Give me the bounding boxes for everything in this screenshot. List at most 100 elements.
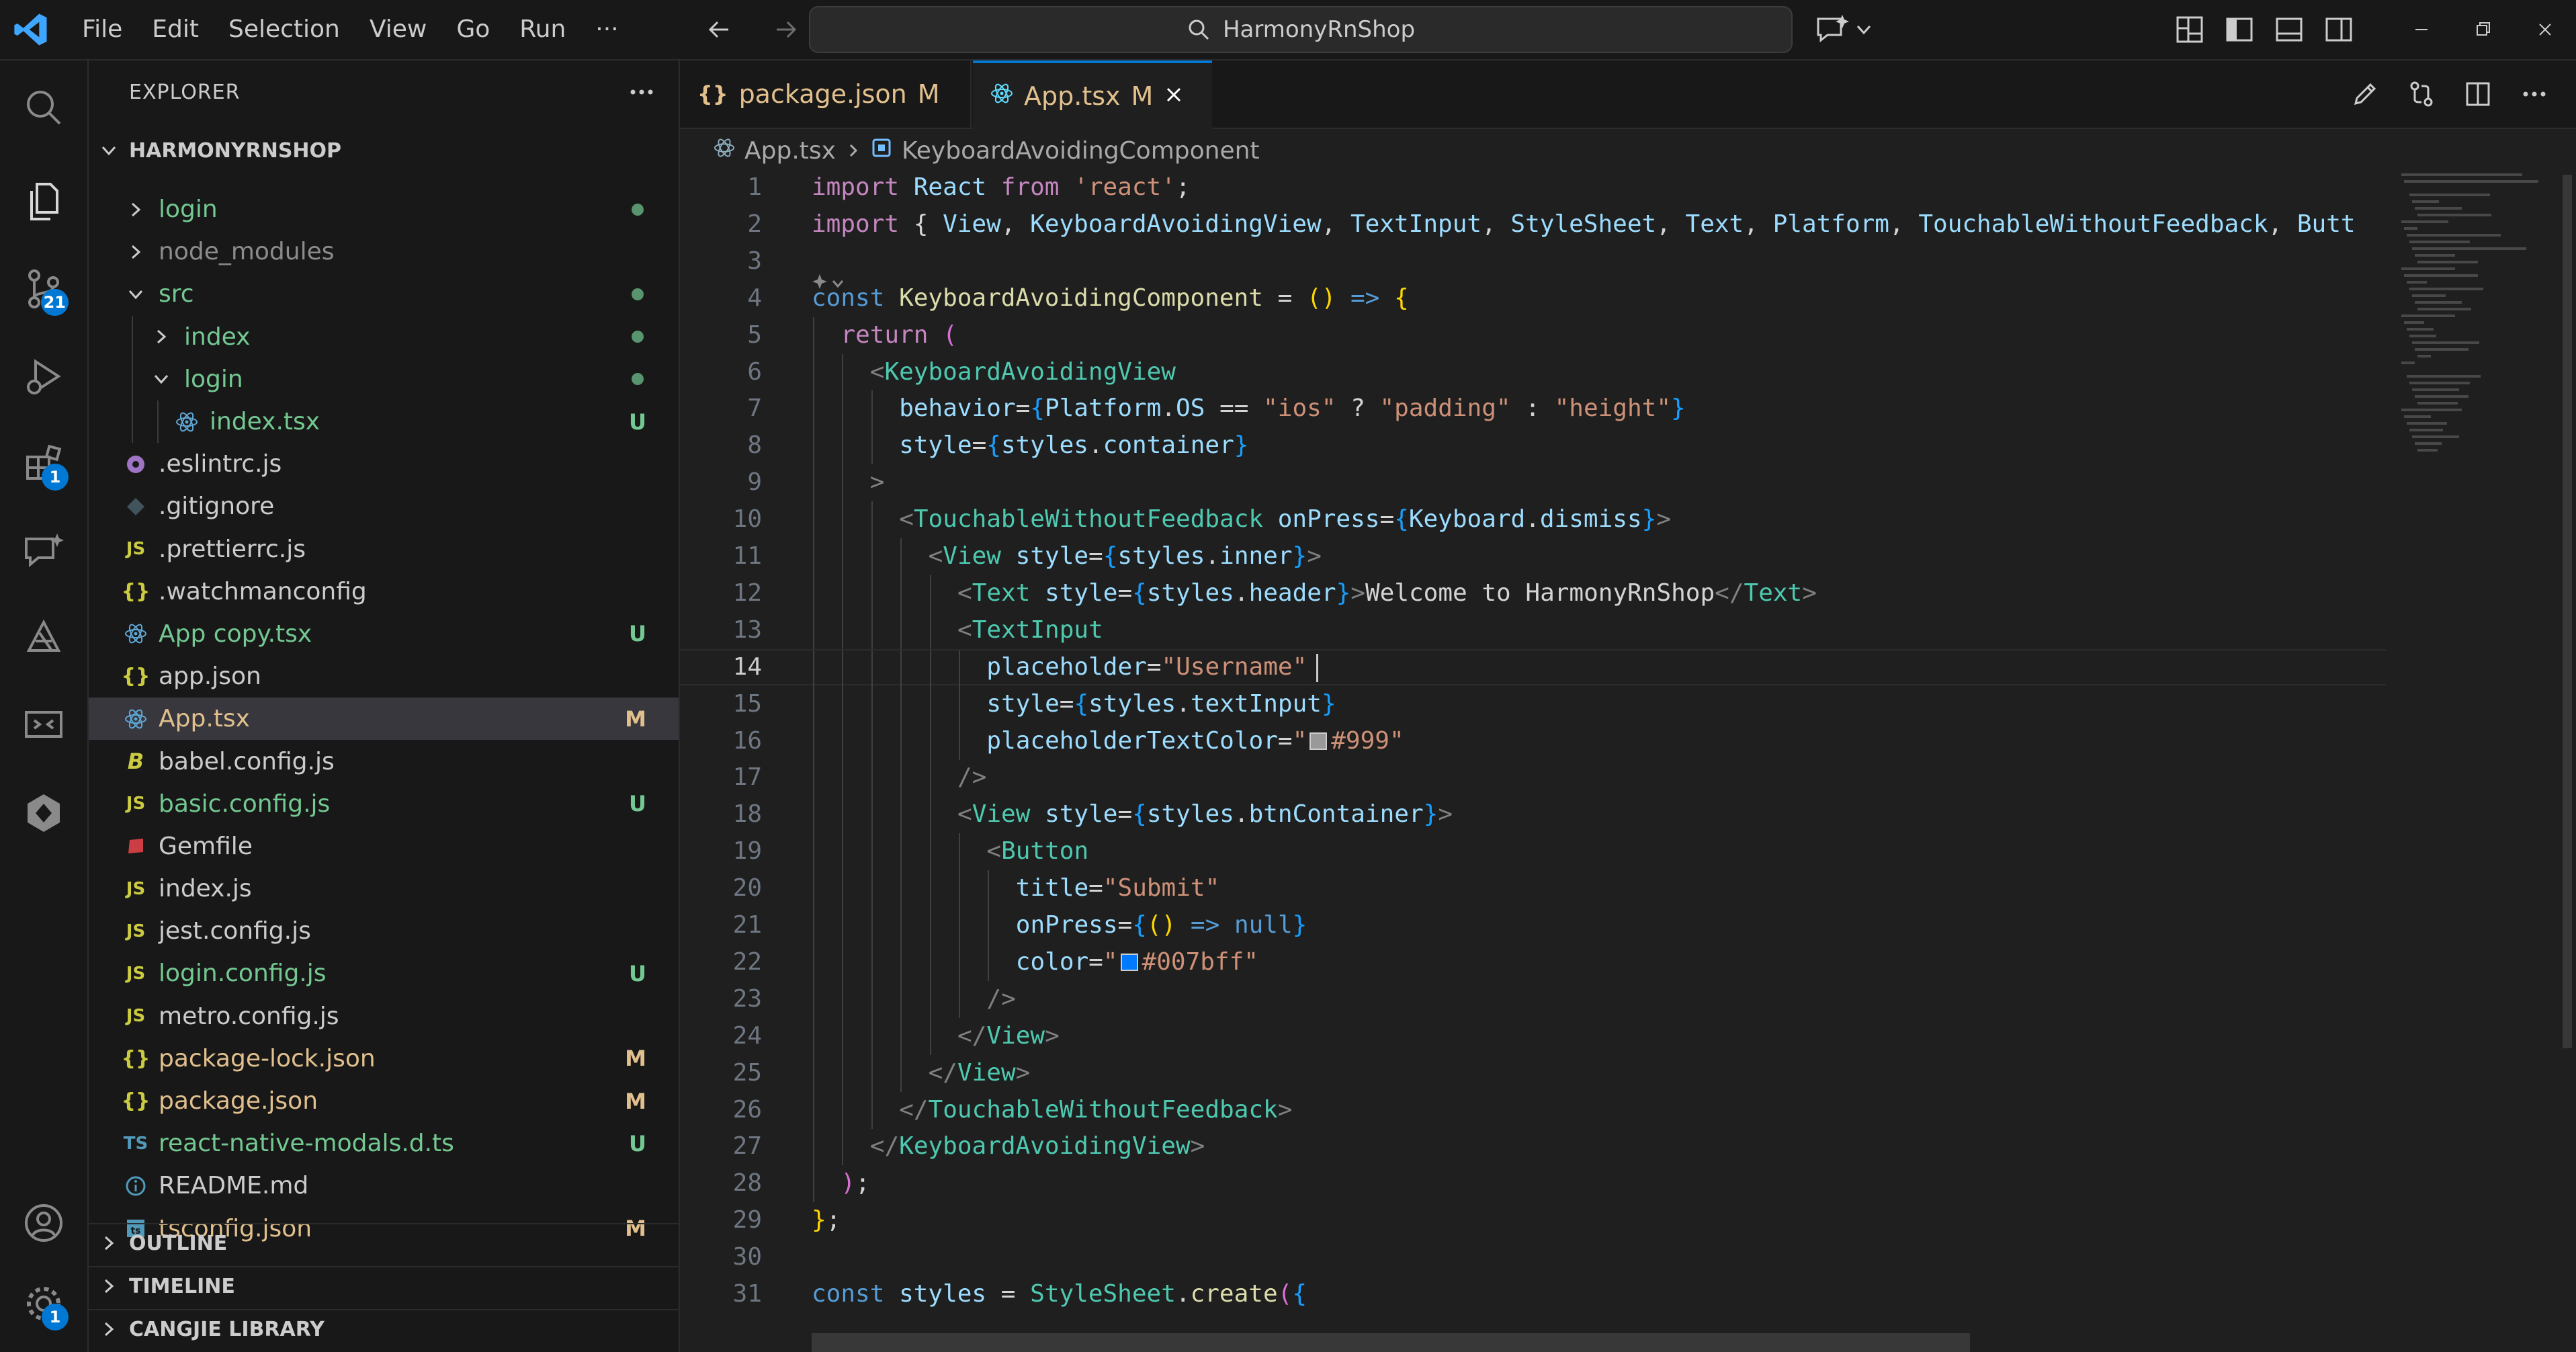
copilot-chat-button[interactable] [1814, 11, 1879, 48]
menu-view[interactable]: View [355, 0, 441, 59]
code-line[interactable]: 26 </TouchableWithoutFeedback> [680, 1091, 2387, 1129]
code-line[interactable]: 2 import { View, KeyboardAvoidingView, Te… [680, 206, 2387, 243]
code-line[interactable]: 6 <KeyboardAvoidingView [680, 353, 2387, 391]
edit-pencil-icon[interactable] [2344, 73, 2387, 116]
file-tree-item[interactable]: JS jest.config.js [89, 910, 679, 952]
code-line[interactable]: 22 color=" #007bff" [680, 943, 2387, 981]
menu-file[interactable]: File [67, 0, 137, 59]
file-tree-item[interactable]: App copy.tsx U [89, 613, 679, 655]
toggle-primary-sidebar-icon[interactable] [2215, 0, 2264, 59]
file-tree-item[interactable]: App.tsx M [89, 698, 679, 741]
file-tree-item[interactable]: node_modules [89, 230, 679, 273]
outline-section[interactable]: OUTLINE [89, 1223, 679, 1262]
code-line[interactable]: 3 [680, 243, 2387, 289]
tab-app-tsx[interactable]: App.tsx M [973, 60, 1212, 129]
code-line[interactable]: 31 const styles = StyleSheet.create({ [680, 1276, 2387, 1312]
activity-source-control[interactable]: 21 [0, 249, 87, 329]
vertical-scrollbar[interactable] [2563, 175, 2572, 1048]
customize-layout-icon[interactable] [2165, 0, 2215, 59]
code-line[interactable]: 9 > [680, 464, 2387, 502]
minimap[interactable] [2395, 168, 2556, 1352]
code-line[interactable]: 7 behavior={Platform.OS == "ios" ? "paddi… [680, 390, 2387, 428]
file-tree-item[interactable]: index [89, 315, 679, 358]
color-swatch[interactable] [1120, 953, 1138, 971]
file-tree-item[interactable]: login [89, 357, 679, 400]
toggle-secondary-sidebar-icon[interactable] [2314, 0, 2364, 59]
menu-go[interactable]: Go [441, 0, 505, 59]
activity-manage[interactable]: 1 [0, 1263, 87, 1344]
file-tree-item[interactable]: {} package.json M [89, 1080, 679, 1122]
activity-extensions[interactable]: 1 [0, 423, 87, 504]
file-tree-item[interactable]: {} app.json [89, 655, 679, 698]
file-tree-item[interactable]: login [89, 188, 679, 230]
file-tree-item[interactable]: README.md [89, 1165, 679, 1207]
code-line[interactable]: 16 placeholderTextColor=" #999" [680, 722, 2387, 760]
file-tree-item[interactable]: JS metro.config.js [89, 995, 679, 1038]
file-tree-item[interactable]: .gitignore [89, 485, 679, 527]
split-editor-icon[interactable] [2456, 73, 2499, 116]
activity-deveco[interactable] [0, 773, 87, 853]
menu-edit[interactable]: Edit [137, 0, 214, 59]
code-line[interactable]: 1 import React from 'react'; [680, 169, 2387, 206]
code-line[interactable]: 4 const KeyboardAvoidingComponent = () =>… [680, 280, 2387, 316]
file-tree-item[interactable]: index.tsx U [89, 400, 679, 443]
file-tree-item[interactable]: {} package-lock.json M [89, 1038, 679, 1080]
breadcrumb-file[interactable]: App.tsx [744, 137, 836, 165]
code-line[interactable]: 28); [680, 1165, 2387, 1203]
file-tree-item[interactable]: Bbabel.config.js [89, 740, 679, 782]
file-tree-item[interactable]: {} .watchmanconfig [89, 571, 679, 613]
close-tab-icon[interactable] [1164, 81, 1184, 111]
more-actions-icon[interactable] [2513, 73, 2556, 116]
more-actions-icon[interactable] [625, 75, 658, 109]
horizontal-scrollbar[interactable] [812, 1333, 1970, 1352]
code-line[interactable]: 10 <TouchableWithoutFeedback onPress={Key… [680, 501, 2387, 539]
code-line[interactable]: 18 <View style={styles.btnContainer}> [680, 796, 2387, 834]
code-line[interactable]: 11 <View style={styles.inner}> [680, 538, 2387, 575]
timeline-section[interactable]: TIMELINE [89, 1266, 679, 1305]
code-line[interactable]: 5 return ( [680, 316, 2387, 354]
code-line[interactable]: 25 </View> [680, 1054, 2387, 1092]
code-line[interactable]: 17 /> [680, 759, 2387, 797]
workspace-root-header[interactable]: HARMONYRNSHOP [89, 132, 679, 169]
code-line[interactable]: 24 </View> [680, 1017, 2387, 1055]
command-center-search[interactable]: HarmonyRnShop [809, 6, 1793, 53]
code-line[interactable]: 12 <Text style={styles.header}>Welcome to… [680, 575, 2387, 612]
code-editor[interactable]: 1 import React from 'react'; 2 import { Vie… [680, 168, 2387, 1352]
code-line[interactable]: 20 title="Submit" [680, 870, 2387, 908]
close-window-icon[interactable] [2514, 0, 2576, 59]
breadcrumb-symbol[interactable]: KeyboardAvoidingComponent [902, 137, 1260, 165]
toggle-panel-icon[interactable] [2264, 0, 2314, 59]
code-line[interactable]: 23 /> [680, 980, 2387, 1018]
cangjie-library-section[interactable]: CANGJIE LIBRARY [89, 1309, 679, 1348]
activity-search[interactable] [0, 67, 87, 148]
file-tree-item[interactable]: JS .prettierrc.js [89, 528, 679, 571]
activity-run-debug[interactable] [0, 336, 87, 417]
menu-more[interactable]: ··· [581, 0, 633, 59]
file-tree-item[interactable]: TS react-native-modals.d.ts U [89, 1122, 679, 1165]
code-line[interactable]: 13 <TextInput [680, 611, 2387, 649]
forward-arrow-icon[interactable] [766, 9, 806, 50]
code-line[interactable]: 19 <Button [680, 833, 2387, 871]
file-tree-item[interactable]: .eslintrc.js [89, 443, 679, 485]
back-arrow-icon[interactable] [699, 9, 739, 50]
file-tree-item[interactable]: src [89, 273, 679, 315]
code-line[interactable]: 30 [680, 1239, 2387, 1275]
file-tree-item[interactable]: JS index.js [89, 868, 679, 910]
activity-remote-chat[interactable] [0, 511, 87, 591]
file-tree-item[interactable]: JS basic.config.js U [89, 783, 679, 825]
file-tree-item[interactable]: JS login.config.js U [89, 952, 679, 995]
file-tree-item[interactable]: Gemfile [89, 825, 679, 868]
activity-harmony[interactable] [0, 598, 87, 679]
code-line[interactable]: 14 placeholder="Username" [680, 648, 2387, 687]
menu-run[interactable]: Run [505, 0, 581, 59]
compare-changes-icon[interactable] [2400, 73, 2443, 116]
menu-selection[interactable]: Selection [214, 0, 355, 59]
minimize-icon[interactable] [2391, 0, 2452, 59]
code-line[interactable]: 29}; [680, 1202, 2387, 1238]
activity-explorer[interactable] [0, 161, 87, 242]
tab-package-json[interactable]: {} package.json M [680, 60, 972, 128]
code-line[interactable]: 21 onPress={() => null} [680, 907, 2387, 944]
code-line[interactable]: 8 style={styles.container} [680, 427, 2387, 465]
restore-icon[interactable] [2452, 0, 2514, 59]
color-swatch[interactable] [1310, 732, 1328, 750]
